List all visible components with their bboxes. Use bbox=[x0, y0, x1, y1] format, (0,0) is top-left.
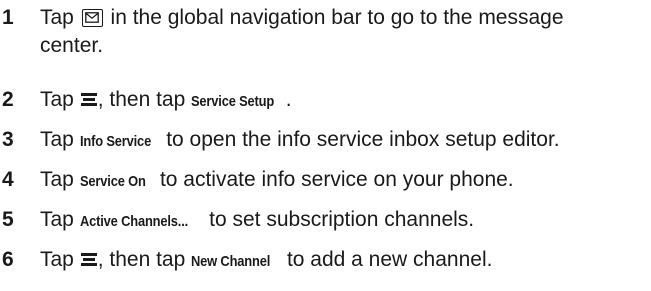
step-text: Tap Service On to activate info service … bbox=[40, 166, 648, 196]
keyword-active-channels: Active Channels... bbox=[79, 213, 188, 230]
keyword-service-setup: Service Setup bbox=[191, 93, 275, 110]
step-number: 3 bbox=[2, 128, 14, 151]
menu-icon bbox=[80, 253, 97, 267]
keyword-new-channel: New Channel bbox=[191, 253, 271, 270]
keyword-info-service: Info Service bbox=[79, 133, 151, 150]
step-text: Tap Info Service to open the info servic… bbox=[40, 126, 648, 156]
step-number: 4 bbox=[2, 168, 14, 191]
step-number: 2 bbox=[2, 88, 14, 111]
instruction-steps: 1 Tap in the global navigation bar to go… bbox=[0, 0, 651, 291]
step-number: 5 bbox=[2, 208, 14, 231]
keyword-service-on: Service On bbox=[79, 173, 146, 190]
menu-icon bbox=[80, 93, 97, 107]
step-text: Tap Active Channels... to set subscripti… bbox=[40, 206, 648, 236]
step-number: 1 bbox=[2, 6, 14, 29]
message-envelope-icon bbox=[81, 9, 103, 27]
step-number: 6 bbox=[2, 248, 14, 271]
step-text: Tap , then tap Service Setup. bbox=[40, 86, 648, 116]
step-text: Tap in the global navigation bar to go t… bbox=[40, 6, 564, 57]
step-text: Tap , then tap New Channel to add a new … bbox=[40, 246, 648, 276]
